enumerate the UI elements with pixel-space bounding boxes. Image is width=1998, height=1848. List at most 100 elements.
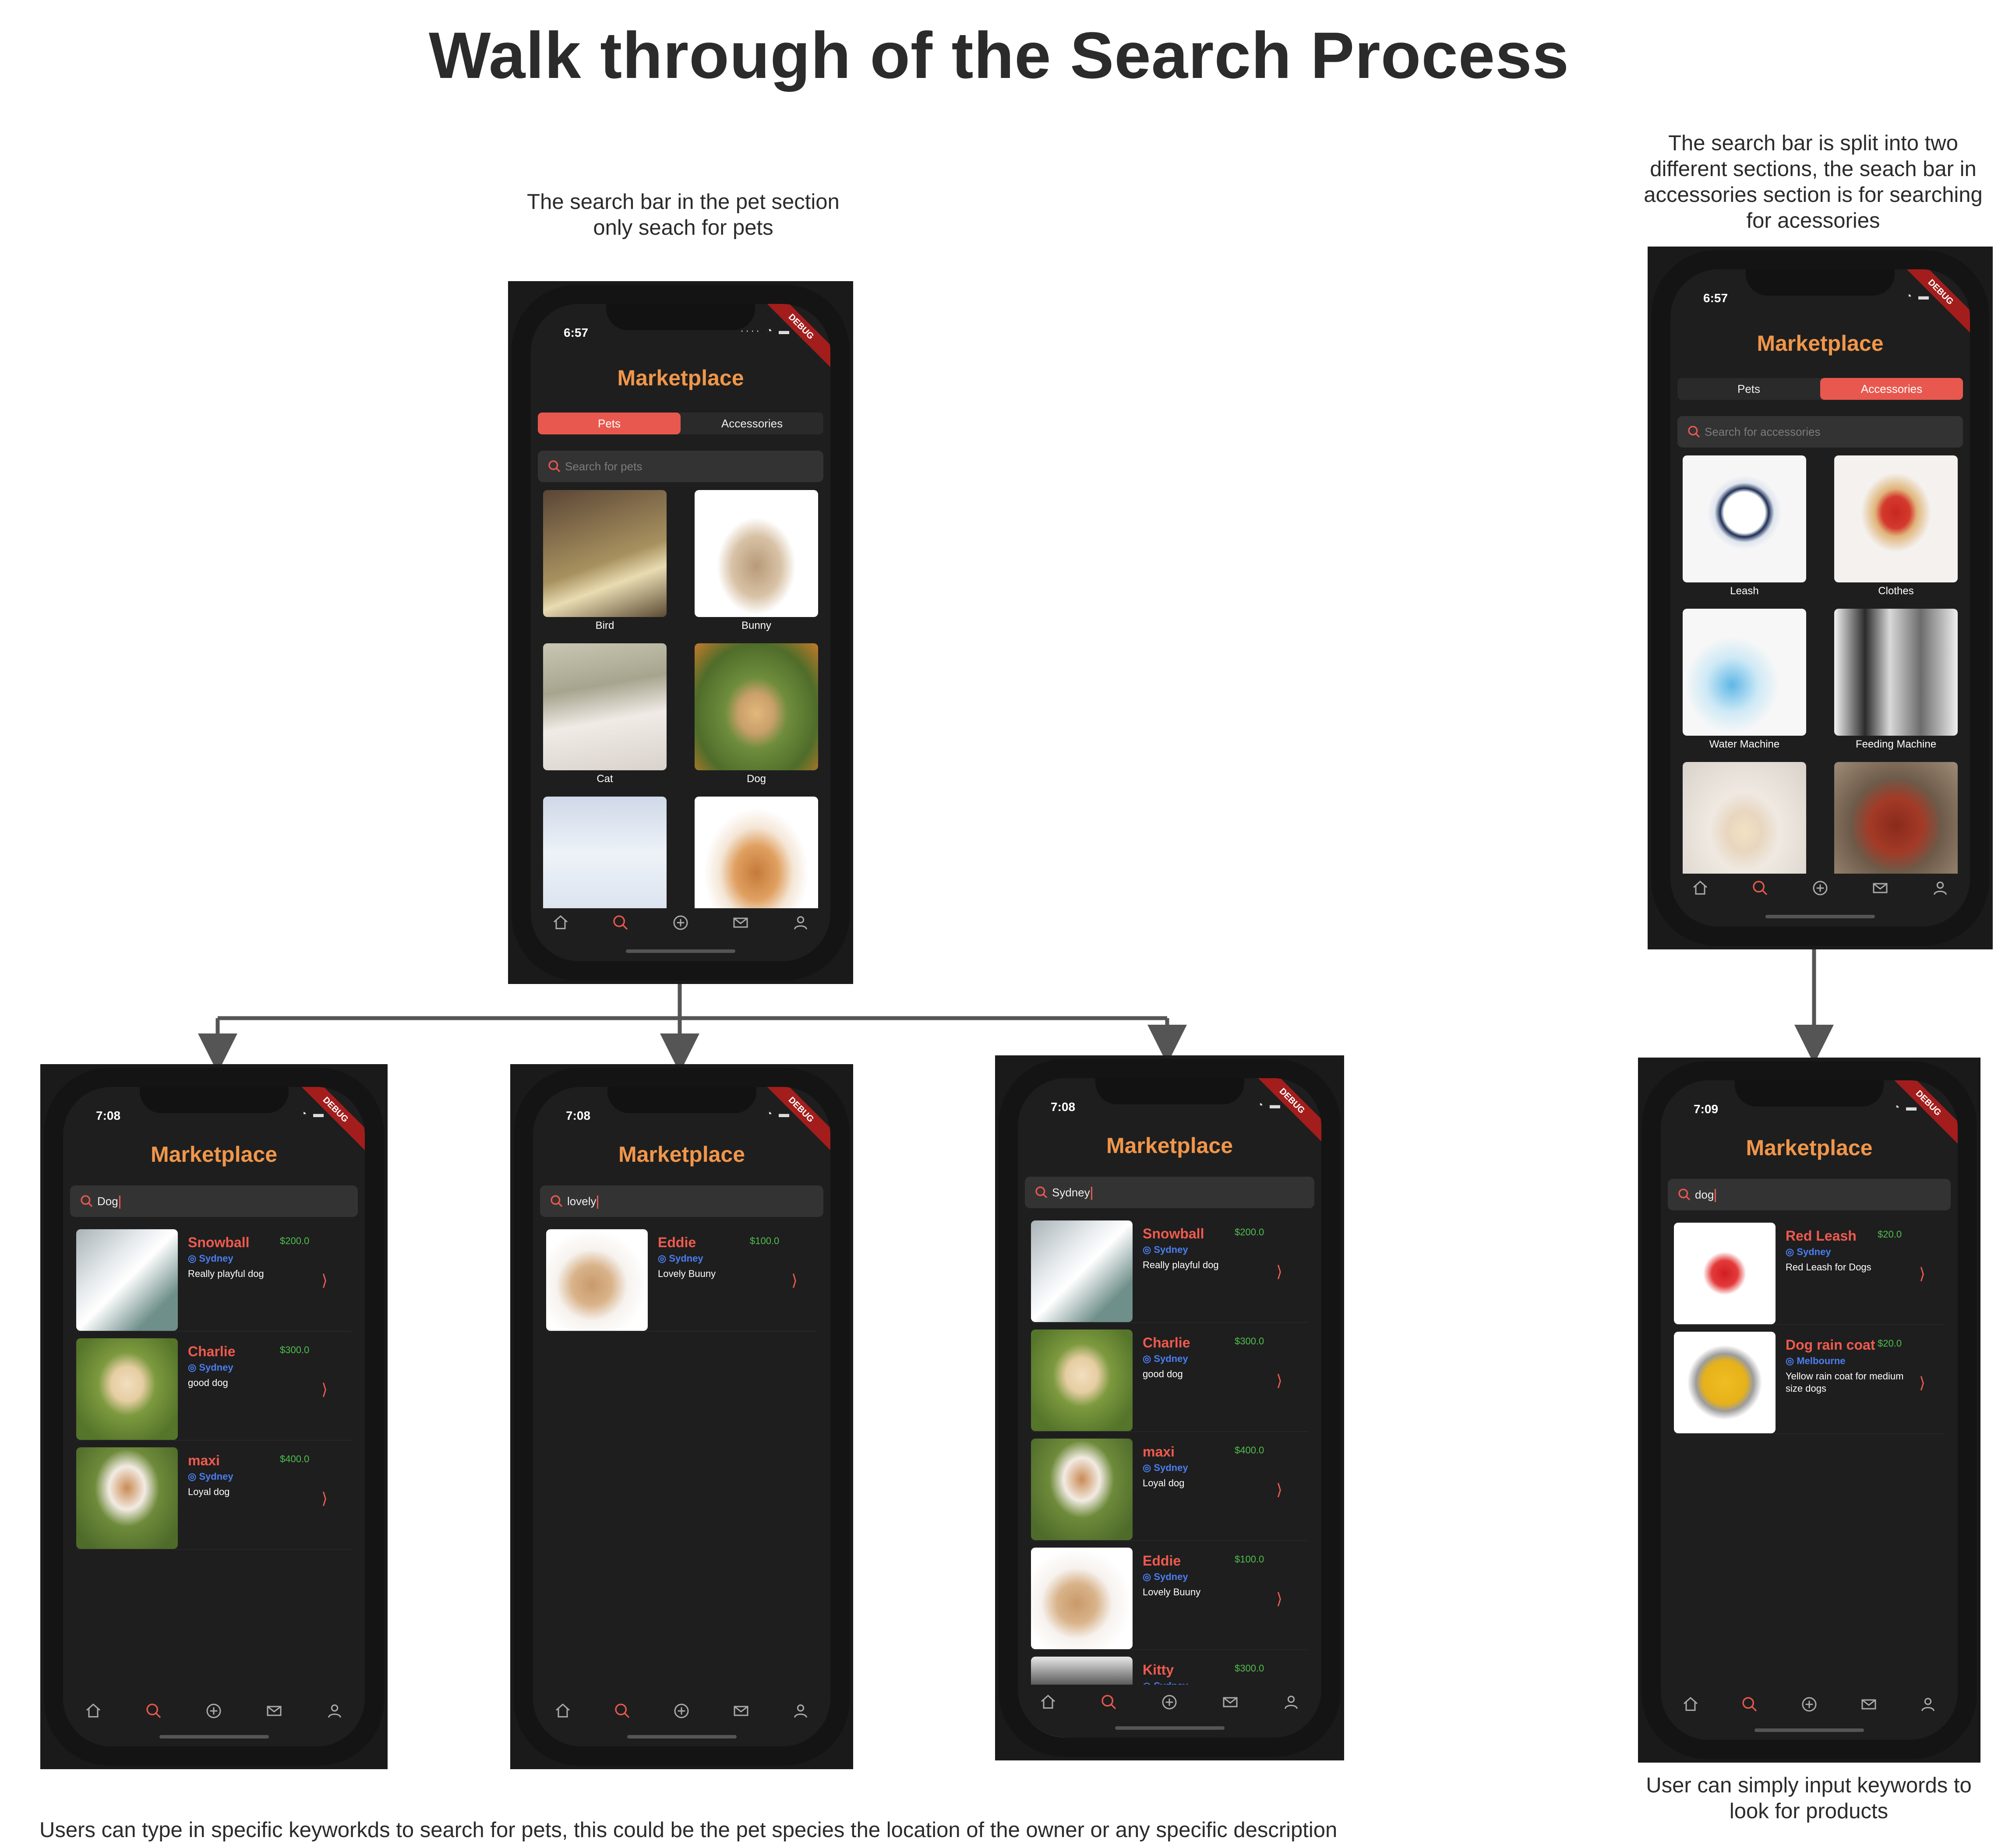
- result-row[interactable]: Charlie $300.0 ◎ Sydney good dog ⟩: [76, 1338, 352, 1441]
- search-bar[interactable]: Search for pets: [538, 451, 823, 482]
- add-circle-icon[interactable]: [673, 1702, 690, 1720]
- mail-icon[interactable]: [265, 1702, 283, 1720]
- search-bar[interactable]: lovely: [540, 1185, 823, 1217]
- result-image: [76, 1447, 178, 1549]
- profile-icon[interactable]: [792, 1702, 809, 1720]
- search-bar[interactable]: Dog: [70, 1185, 358, 1217]
- pet-card-dog[interactable]: Dog: [695, 643, 818, 786]
- pet-card-bird[interactable]: Bird: [543, 490, 667, 633]
- accessory-card-feeding-machine[interactable]: Feeding Machine: [1834, 609, 1958, 751]
- search-input[interactable]: lovely: [567, 1185, 599, 1217]
- home-indicator: [1115, 1726, 1225, 1730]
- accessory-card-leash[interactable]: Leash: [1683, 455, 1806, 598]
- chevron-right-icon[interactable]: ⟩: [1276, 1263, 1282, 1281]
- status-icons: ◔ ▬: [1893, 1101, 1918, 1113]
- profile-icon[interactable]: [1931, 879, 1949, 897]
- accessory-card-water-machine[interactable]: Water Machine: [1683, 609, 1806, 751]
- search-input[interactable]: Dog: [97, 1185, 120, 1217]
- result-image: [1031, 1330, 1133, 1431]
- phone-search-products: 7:09 ◔ ▬ DEBUG Marketplace dog Red Leash…: [1638, 1058, 1980, 1763]
- result-image: [1031, 1548, 1133, 1649]
- home-icon[interactable]: [1682, 1696, 1699, 1713]
- home-icon[interactable]: [552, 914, 569, 931]
- chevron-right-icon[interactable]: ⟩: [1276, 1590, 1282, 1608]
- status-time: 6:57: [1703, 291, 1728, 305]
- chevron-right-icon[interactable]: ⟩: [1276, 1372, 1282, 1390]
- add-circle-icon[interactable]: [672, 914, 689, 931]
- result-row[interactable]: maxi $400.0 ◎ Sydney Loyal dog ⟩: [1031, 1439, 1308, 1541]
- tab-pets[interactable]: Pets: [1677, 378, 1820, 400]
- result-row[interactable]: Eddie $100.0 ◎ Sydney Lovely Buuny ⟩: [546, 1229, 817, 1332]
- profile-icon[interactable]: [792, 914, 809, 931]
- result-location: ◎ Sydney: [1143, 1462, 1188, 1474]
- search-bar[interactable]: Sydney: [1025, 1177, 1314, 1208]
- search-icon[interactable]: [1741, 1696, 1758, 1713]
- location-pin-icon: ◎: [1786, 1246, 1797, 1257]
- result-location: ◎ Sydney: [1786, 1246, 1831, 1258]
- profile-icon[interactable]: [1919, 1696, 1937, 1713]
- add-circle-icon[interactable]: [1811, 879, 1829, 897]
- search-icon[interactable]: [1751, 879, 1769, 897]
- card-label: Dog: [746, 773, 766, 785]
- result-row[interactable]: Red Leash $20.0 ◎ Sydney Red Leash for D…: [1674, 1223, 1945, 1325]
- result-row[interactable]: Snowball $200.0 ◎ Sydney Really playful …: [76, 1229, 352, 1332]
- chevron-right-icon[interactable]: ⟩: [321, 1489, 328, 1508]
- result-name: Eddie: [1143, 1553, 1181, 1569]
- home-icon[interactable]: [85, 1702, 102, 1720]
- bottom-nav: [63, 1696, 365, 1726]
- add-circle-icon[interactable]: [1800, 1696, 1818, 1713]
- mail-icon[interactable]: [732, 914, 749, 931]
- accessory-card-clothes[interactable]: Clothes: [1834, 455, 1958, 598]
- search-input[interactable]: Search for pets: [565, 451, 642, 482]
- result-row[interactable]: Dog rain coat $20.0 ◎ Melbourne Yellow r…: [1674, 1332, 1945, 1434]
- result-description: good dog: [188, 1377, 228, 1388]
- result-row[interactable]: Charlie $300.0 ◎ Sydney good dog ⟩: [1031, 1330, 1308, 1432]
- home-indicator: [159, 1735, 269, 1739]
- home-icon[interactable]: [554, 1702, 572, 1720]
- mail-icon[interactable]: [1871, 879, 1889, 897]
- mail-icon[interactable]: [732, 1702, 750, 1720]
- result-price: $300.0: [1235, 1336, 1264, 1347]
- pet-camera-image: [1683, 762, 1806, 889]
- location-text: Sydney: [199, 1471, 233, 1482]
- water-machine-image: [1683, 609, 1806, 736]
- chevron-right-icon[interactable]: ⟩: [1919, 1265, 1925, 1283]
- app-title: Marketplace: [618, 1142, 745, 1167]
- result-image: [76, 1338, 178, 1440]
- result-row[interactable]: Snowball $200.0 ◎ Sydney Really playful …: [1031, 1220, 1308, 1323]
- result-row[interactable]: maxi $400.0 ◎ Sydney Loyal dog ⟩: [76, 1447, 352, 1550]
- search-icon[interactable]: [614, 1702, 631, 1720]
- chevron-right-icon[interactable]: ⟩: [1276, 1481, 1282, 1499]
- search-input[interactable]: dog: [1695, 1179, 1716, 1210]
- tab-accessories[interactable]: Accessories: [1820, 378, 1963, 400]
- profile-icon[interactable]: [326, 1702, 343, 1720]
- card-label: Leash: [1730, 585, 1759, 597]
- result-location: ◎ Sydney: [658, 1253, 703, 1264]
- profile-icon[interactable]: [1282, 1693, 1300, 1711]
- pet-card-cat[interactable]: Cat: [543, 643, 667, 786]
- search-icon[interactable]: [1100, 1693, 1118, 1711]
- chevron-right-icon[interactable]: ⟩: [791, 1271, 798, 1290]
- home-icon[interactable]: [1039, 1693, 1057, 1711]
- search-input[interactable]: Search for accessories: [1705, 416, 1820, 448]
- location-pin-icon: ◎: [1143, 1244, 1154, 1255]
- search-input[interactable]: Sydney: [1052, 1177, 1092, 1208]
- home-icon[interactable]: [1691, 879, 1709, 897]
- add-circle-icon[interactable]: [205, 1702, 222, 1720]
- result-row[interactable]: Eddie $100.0 ◎ Sydney Lovely Buuny ⟩: [1031, 1548, 1308, 1650]
- search-bar[interactable]: Search for accessories: [1677, 416, 1963, 448]
- mail-icon[interactable]: [1860, 1696, 1878, 1713]
- add-circle-icon[interactable]: [1161, 1693, 1178, 1711]
- tab-pets[interactable]: Pets: [538, 413, 681, 434]
- search-icon[interactable]: [145, 1702, 162, 1720]
- home-indicator: [626, 949, 735, 953]
- chevron-right-icon[interactable]: ⟩: [1919, 1374, 1925, 1392]
- search-bar[interactable]: dog: [1668, 1179, 1951, 1210]
- tab-accessories[interactable]: Accessories: [681, 413, 823, 434]
- pet-card-bunny[interactable]: Bunny: [695, 490, 818, 633]
- result-name: maxi: [188, 1453, 220, 1468]
- mail-icon[interactable]: [1221, 1693, 1239, 1711]
- search-icon[interactable]: [612, 914, 629, 931]
- chevron-right-icon[interactable]: ⟩: [321, 1271, 328, 1290]
- chevron-right-icon[interactable]: ⟩: [321, 1380, 328, 1399]
